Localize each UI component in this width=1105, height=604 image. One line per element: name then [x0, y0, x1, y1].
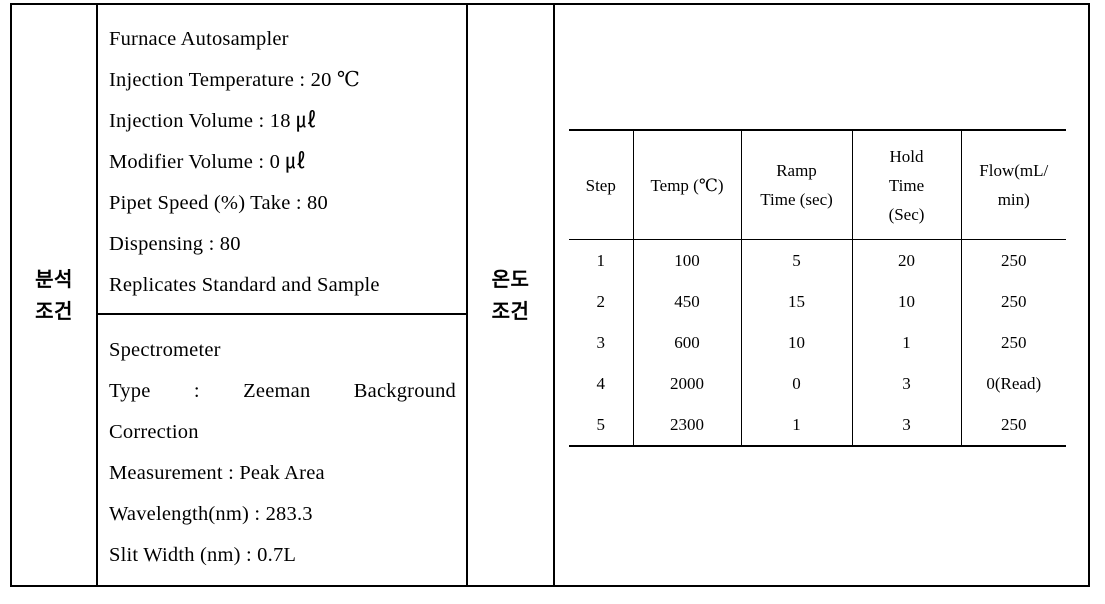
table-header-row: Step Temp (℃) Ramp Time (sec) Hold Time — [569, 129, 1066, 240]
cell-hold-time: 10 — [851, 281, 961, 322]
injection-volume-line: Injection Volume : 18 ㎕ — [109, 110, 317, 132]
cell-ramp-time: 0 — [740, 363, 852, 404]
table-row: 1 100 5 20 250 — [569, 239, 1066, 281]
spectrometer-type-line-continued: Correction — [109, 421, 199, 443]
cell-temp: 450 — [632, 281, 741, 322]
column-header-step: Step — [569, 129, 633, 240]
autosampler-line-title: Furnace Autosampler — [109, 28, 289, 50]
spectrometer-type-line: Type : Zeeman Background — [109, 380, 456, 402]
analysis-conditions-label: 분석 조건 — [35, 267, 73, 323]
cell-step: 1 — [596, 250, 606, 270]
table-row: 5 2300 1 3 250 — [569, 404, 1066, 447]
cell-flow: 0(Read) — [960, 363, 1066, 404]
autosampler-block: Furnace Autosampler Injection Temperatur… — [98, 5, 468, 315]
cell-step: 2 — [596, 291, 606, 311]
cell-flow: 250 — [960, 404, 1066, 447]
column-header-temp-line-1: Temp (℃) — [650, 175, 724, 195]
conditions-table-frame: 분석 조건 Furnace Autosampler Injection Temp… — [10, 3, 1090, 587]
table-row: 3 600 10 1 250 — [569, 322, 1066, 363]
modifier-volume-line: Modifier Volume : 0 ㎕ — [109, 151, 307, 173]
cell-hold-time: 20 — [851, 239, 961, 281]
measurement-line: Measurement : Peak Area — [109, 462, 325, 484]
column-header-temp: Temp (℃) — [632, 129, 741, 240]
temperature-conditions-label: 온도 조건 — [491, 267, 530, 323]
cell-hold-time: 1 — [851, 322, 961, 363]
column-header-hold-time: Hold Time (Sec) — [851, 129, 961, 240]
column-header-hold-line-3: (Sec) — [888, 204, 925, 224]
cell-flow: 250 — [960, 322, 1066, 363]
dispensing-line: Dispensing : 80 — [109, 233, 241, 255]
replicates-line: Replicates Standard and Sample — [109, 274, 380, 296]
spectrometer-line-title: Spectrometer — [109, 339, 221, 361]
cell-ramp-time: 5 — [740, 239, 852, 281]
injection-temperature-line: Injection Temperature : 20 ℃ — [109, 69, 360, 91]
column-header-flow-line-2: min) — [997, 190, 1030, 209]
cell-ramp-time: 15 — [740, 281, 852, 322]
cell-flow: 250 — [960, 281, 1066, 322]
spectrometer-block: Spectrometer Type : Zeeman Background Co… — [98, 315, 468, 585]
temperature-program-table: Step Temp (℃) Ramp Time (sec) Hold Time — [569, 129, 1066, 447]
column-header-flow: Flow(mL/ min) — [960, 129, 1066, 240]
analysis-conditions-label-cell: 분석 조건 — [12, 5, 98, 585]
table-body: 1 100 5 20 250 2 450 15 10 250 3 600 10 … — [569, 239, 1066, 447]
table-row: 4 2000 0 3 0(Read) — [569, 363, 1066, 404]
column-header-flow-line-1: Flow(mL/ — [979, 161, 1049, 180]
cell-temp: 2000 — [632, 363, 741, 404]
column-header-ramp-time: Ramp Time (sec) — [740, 129, 852, 240]
column-header-step-line-1: Step — [585, 175, 616, 195]
column-header-ramp-line-2: Time (sec) — [760, 190, 833, 209]
column-header-hold-line-1: Hold — [889, 146, 924, 166]
column-header-hold-line-2: Time — [888, 175, 925, 195]
cell-step: 3 — [596, 332, 606, 352]
analysis-conditions-content: Furnace Autosampler Injection Temperatur… — [98, 5, 468, 585]
cell-ramp-time: 10 — [740, 322, 852, 363]
cell-step: 4 — [596, 373, 606, 393]
pipet-speed-line: Pipet Speed (%) Take : 80 — [109, 192, 328, 214]
table-row: 2 450 15 10 250 — [569, 281, 1066, 322]
cell-flow: 250 — [960, 239, 1066, 281]
slit-width-line: Slit Width (nm) : 0.7L — [109, 544, 297, 566]
table-header: Step Temp (℃) Ramp Time (sec) Hold Time — [569, 129, 1066, 240]
cell-hold-time: 3 — [851, 404, 961, 447]
temperature-conditions-content: Step Temp (℃) Ramp Time (sec) Hold Time — [555, 5, 1088, 585]
page-root: 분석 조건 Furnace Autosampler Injection Temp… — [0, 0, 1105, 604]
cell-temp: 100 — [632, 239, 741, 281]
cell-ramp-time: 1 — [740, 404, 852, 447]
column-header-ramp-line-1: Ramp — [776, 161, 817, 180]
wavelength-line: Wavelength(nm) : 283.3 — [109, 503, 313, 525]
cell-temp: 2300 — [632, 404, 741, 447]
cell-hold-time: 3 — [851, 363, 961, 404]
cell-temp: 600 — [632, 322, 741, 363]
temperature-conditions-label-cell: 온도 조건 — [466, 5, 555, 585]
cell-step: 5 — [569, 404, 633, 447]
